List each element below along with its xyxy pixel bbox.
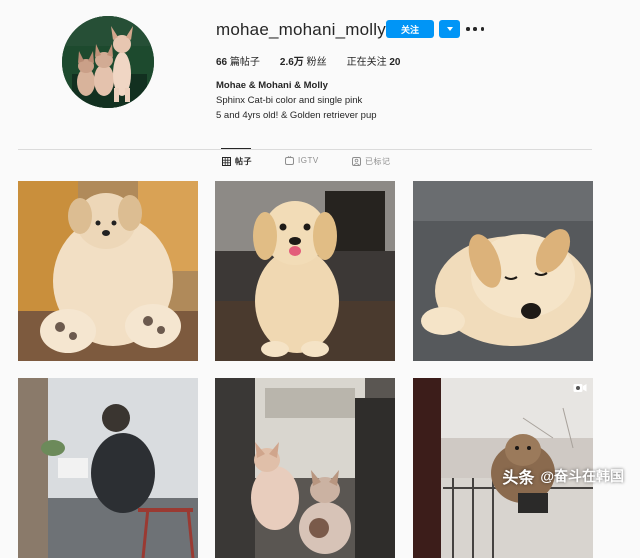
video-icon [573, 382, 587, 393]
profile-tabs: 帖子 IGTV 已标记 [0, 156, 640, 172]
active-tab-indicator [221, 148, 251, 149]
chevron-down-icon [446, 27, 453, 31]
profile-avatar[interactable] [62, 16, 154, 108]
bio-line: 5 and 4yrs old! & Golden retriever pup [216, 110, 377, 121]
post-thumbnail[interactable] [18, 181, 198, 361]
grid-icon [222, 157, 231, 166]
profile-header: mohae_mohani_molly 关注 66 篇帖子 2.6万 粉丝 正在关… [0, 0, 640, 150]
follow-button-label: 关注 [400, 24, 419, 35]
profile-username: mohae_mohani_molly [216, 20, 386, 39]
igtv-icon [285, 156, 294, 165]
bio-line: Sphinx Cat-bi color and single pink [216, 95, 363, 106]
watermark-brand: 头条 [502, 470, 535, 487]
post-thumbnail[interactable] [413, 181, 593, 361]
post-thumbnail[interactable] [18, 378, 198, 558]
follow-button[interactable]: 关注 [386, 20, 434, 38]
tab-igtv[interactable]: IGTV [285, 156, 319, 165]
source-watermark: 头条 @奋斗在韩国 [502, 464, 624, 488]
tab-posts[interactable]: 帖子 [222, 156, 252, 167]
tagged-icon [352, 157, 361, 166]
suggested-accounts-dropdown-button[interactable] [439, 20, 460, 38]
watermark-handle: @奋斗在韩国 [540, 468, 624, 484]
tab-tagged[interactable]: 已标记 [352, 156, 391, 167]
more-options-icon[interactable] [466, 22, 484, 36]
followers-count-stat[interactable]: 2.6万 粉丝 [280, 53, 327, 68]
post-thumbnail[interactable] [215, 181, 395, 361]
tab-tagged-label: 已标记 [365, 157, 391, 166]
tab-posts-label: 帖子 [235, 157, 252, 166]
profile-display-name: Mohae & Mohani & Molly [216, 80, 328, 91]
tabs-divider [18, 149, 592, 150]
profile-bio: Mohae & Mohani & Molly Sphinx Cat-bi col… [216, 78, 377, 123]
following-count-stat[interactable]: 正在关注 20 [347, 53, 401, 68]
post-thumbnail[interactable] [215, 378, 395, 558]
posts-count-stat: 66 篇帖子 [216, 57, 260, 68]
tab-igtv-label: IGTV [298, 156, 319, 165]
profile-stats: 66 篇帖子 2.6万 粉丝 正在关注 20 [216, 53, 421, 68]
